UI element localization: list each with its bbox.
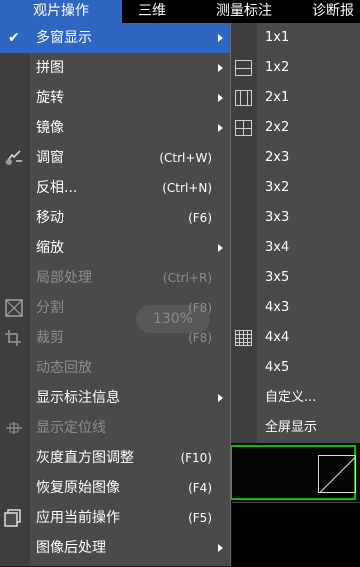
menu-item[interactable]: 图像后处理 (0, 533, 230, 563)
menu-measure-annotate[interactable]: 测量标注 (216, 0, 272, 23)
submenu-item-label: 自定义... (265, 390, 317, 405)
menu-item-label: 反相... (36, 180, 78, 196)
menu-item-shortcut: (F10) (180, 451, 212, 465)
menu-item-label: 移动 (36, 210, 64, 226)
submenu-item-label: 2x3 (265, 150, 290, 165)
submenu-arrow-icon (218, 124, 223, 132)
menu-view-operations[interactable]: 观片操作 (0, 0, 122, 23)
menu-item-label: 裁剪 (36, 330, 64, 346)
submenu-item-label: 3x5 (265, 270, 290, 285)
menu-item-label: 镜像 (36, 120, 64, 136)
menu-item: 显示定位线 (0, 413, 230, 443)
submenu-arrow-icon (218, 544, 223, 552)
submenu-arrow-icon (218, 34, 223, 42)
submenu-item-label: 4x3 (265, 300, 290, 315)
menu-item-label: 动态回放 (36, 360, 92, 376)
submenu-item-label: 2x1 (265, 90, 290, 105)
submenu-arrow-icon (218, 394, 223, 402)
view-operations-menu: 130% ✔ 多窗显示 拼图 旋转 镜像 调窗 (Ctrl+W) 反相... (Ctrl+N) 移… (0, 23, 231, 566)
submenu-item-label: 3x3 (265, 210, 290, 225)
menu-item: 分割 (F8) (0, 293, 230, 323)
submenu-item[interactable]: 3x2 (231, 173, 360, 203)
menu-item[interactable]: 恢复原始图像 (F4) (0, 473, 230, 503)
menu-item-shortcut: (F5) (188, 511, 212, 525)
submenu-item[interactable]: 自定义... (231, 383, 360, 413)
submenu-item-label: 1x2 (265, 60, 290, 75)
menu-item-shortcut: (F8) (188, 301, 212, 315)
menu-item-label: 恢复原始图像 (36, 480, 120, 496)
multi-window-submenu: 1x1 1x2 2x1 2x2 2x3 3x2 3x3 3x4 3x5 4x3 4x4 4x5 自定义.… (230, 23, 360, 443)
locator-line-icon (4, 419, 24, 437)
window-level-icon (4, 149, 24, 167)
menu-diagnosis-report[interactable]: 诊断报 (312, 0, 354, 23)
menu-item: 局部处理 (Ctrl+R) (0, 263, 230, 293)
submenu-item[interactable]: 3x4 (231, 233, 360, 263)
submenu-item[interactable]: 1x2 (231, 53, 360, 83)
copy-icon (4, 509, 24, 527)
split-icon (4, 299, 24, 317)
menu-item-shortcut: (Ctrl+W) (159, 151, 212, 165)
submenu-item-label: 2x2 (265, 120, 290, 135)
menu-item-shortcut: (F6) (188, 211, 212, 225)
submenu-item[interactable]: 4x5 (231, 353, 360, 383)
menu-item-label: 旋转 (36, 90, 64, 106)
menu-item[interactable]: 调窗 (Ctrl+W) (0, 143, 230, 173)
menu-item[interactable]: ✔ 多窗显示 (0, 23, 230, 53)
menu-item-shortcut: (Ctrl+N) (162, 181, 212, 195)
menu-item-label: 显示标注信息 (36, 390, 120, 406)
submenu-item[interactable]: 2x1 (231, 83, 360, 113)
menu-item: 动态回放 (0, 353, 230, 383)
menu-item-label: 调窗 (36, 150, 64, 166)
menu-item[interactable]: 旋转 (0, 83, 230, 113)
submenu-item[interactable]: 3x3 (231, 203, 360, 233)
submenu-item[interactable]: 2x2 (231, 113, 360, 143)
menu-bar: 观片操作 三维 测量标注 诊断报 (0, 0, 360, 23)
submenu-arrow-icon (218, 64, 223, 72)
menu-item-shortcut: (F8) (188, 331, 212, 345)
menu-item[interactable]: 灰度直方图调整 (F10) (0, 443, 230, 473)
menu-item[interactable]: 拼图 (0, 53, 230, 83)
menu-item[interactable]: 反相... (Ctrl+N) (0, 173, 230, 203)
menu-item[interactable]: 缩放 (0, 233, 230, 263)
submenu-item-label: 3x2 (265, 180, 290, 195)
menu-item-shortcut: (Ctrl+R) (162, 271, 212, 285)
submenu-arrow-icon (218, 244, 223, 252)
menu-item-label: 局部处理 (36, 270, 92, 286)
menu-item-label: 缩放 (36, 240, 64, 256)
submenu-item[interactable]: 全屏显示 (231, 413, 360, 443)
menu-item-label: 应用当前操作 (36, 510, 120, 526)
menu-item-label: 灰度直方图调整 (36, 450, 134, 466)
image-thumbnail[interactable] (318, 455, 356, 493)
check-icon: ✔ (8, 30, 20, 46)
submenu-item-label: 4x4 (265, 330, 290, 345)
menu-3d[interactable]: 三维 (138, 0, 166, 23)
submenu-item[interactable]: 4x3 (231, 293, 360, 323)
submenu-item[interactable]: 3x5 (231, 263, 360, 293)
menu-item[interactable]: 移动 (F6) (0, 203, 230, 233)
submenu-item-label: 1x1 (265, 30, 290, 45)
submenu-item[interactable]: 1x1 (231, 23, 360, 53)
layout-2x1-icon (235, 90, 252, 106)
menu-item[interactable]: 显示标注信息 (0, 383, 230, 413)
submenu-item[interactable]: 4x4 (231, 323, 360, 353)
submenu-arrow-icon (218, 94, 223, 102)
submenu-item-label: 4x5 (265, 360, 290, 375)
menu-item-shortcut: (F4) (188, 481, 212, 495)
layout-4x4-icon (235, 330, 252, 346)
submenu-item-label: 全屏显示 (265, 420, 318, 435)
submenu-item[interactable]: 2x3 (231, 143, 360, 173)
menu-item[interactable]: 镜像 (0, 113, 230, 143)
crop-icon (4, 329, 24, 347)
viewer-pane[interactable] (232, 502, 360, 567)
menu-item-label: 分割 (36, 300, 64, 316)
menu-item[interactable]: 应用当前操作 (F5) (0, 503, 230, 533)
submenu-item-label: 3x4 (265, 240, 290, 255)
menu-item-label: 多窗显示 (36, 30, 92, 46)
menu-item: 裁剪 (F8) (0, 323, 230, 353)
menu-item-label: 拼图 (36, 60, 64, 76)
layout-2x2-icon (235, 120, 252, 136)
menu-item-label: 图像后处理 (36, 540, 106, 556)
menu-item-label: 显示定位线 (36, 420, 106, 436)
layout-1x2-icon (235, 60, 252, 76)
